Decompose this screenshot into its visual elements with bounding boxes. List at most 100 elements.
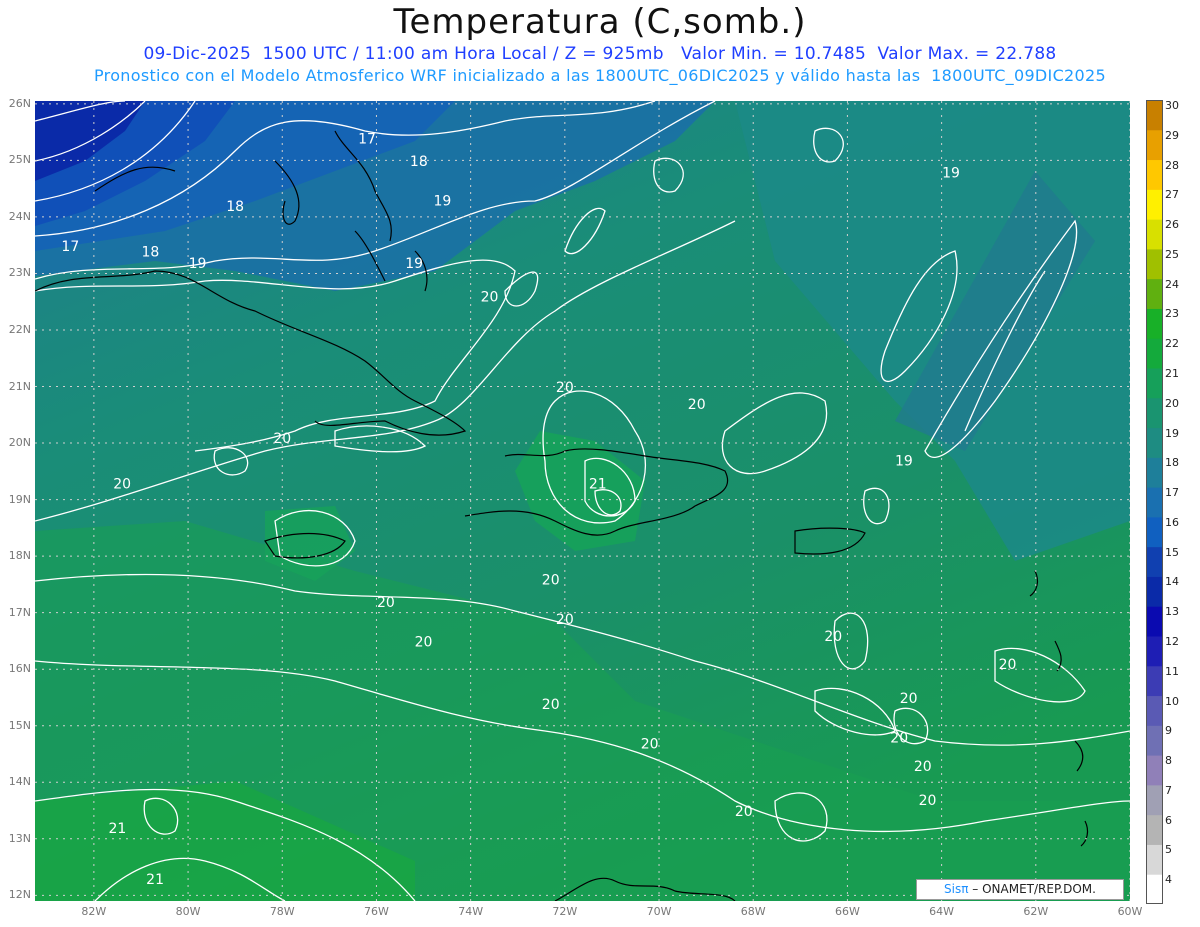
color-scale-cell <box>1146 636 1163 667</box>
color-scale-cell <box>1146 427 1163 458</box>
color-scale-cell <box>1146 189 1163 220</box>
temperature-map: 17 18 18 19 17 18 19 19 19 20 20 20 20 19 20 21 20 20 20 20… <box>35 101 1130 901</box>
color-scale-label: 25 <box>1165 247 1179 261</box>
color-scale-bar <box>1146 100 1163 904</box>
contour-value-label: 19 <box>405 256 423 272</box>
color-scale-cell <box>1146 338 1163 369</box>
color-scale-label: 10 <box>1165 694 1179 708</box>
model-info-line: Pronostico con el Modelo Atmosferico WRF… <box>94 66 1106 85</box>
color-scale-label: 17 <box>1165 486 1179 500</box>
contour-value-label: 20 <box>377 595 395 611</box>
color-scale-label: 4 <box>1165 873 1172 887</box>
contour-value-label: 20 <box>556 380 574 396</box>
contour-value-label: 20 <box>824 629 842 645</box>
color-scale-label: 16 <box>1165 515 1179 529</box>
contour-value-label: 19 <box>189 256 207 272</box>
color-scale-label: 5 <box>1165 843 1172 857</box>
color-scale-cell <box>1146 814 1163 845</box>
color-scale-cell <box>1146 278 1163 309</box>
color-scale-cell <box>1146 487 1163 518</box>
lon-tick-label: 64W <box>929 905 955 918</box>
color-scale-cell <box>1146 129 1163 161</box>
color-scale-label: 20 <box>1165 396 1179 410</box>
color-scale-label: 29 <box>1165 128 1179 142</box>
lat-tick-label: 26N <box>8 96 31 110</box>
contour-value-label: 20 <box>556 612 574 628</box>
lat-tick-label: 20N <box>8 436 31 450</box>
contour-value-label: 18 <box>226 199 244 215</box>
contour-value-label: 18 <box>141 244 159 260</box>
color-scale-cell <box>1146 457 1163 488</box>
color-scale-label: 24 <box>1165 277 1179 291</box>
contour-value-label: 20 <box>735 804 753 820</box>
contour-value-label: 21 <box>109 821 127 837</box>
lat-tick-label: 24N <box>8 209 31 223</box>
map-title: Temperatura (C,somb.) <box>393 2 807 42</box>
color-scale-label: 30 <box>1165 99 1179 112</box>
contour-value-label: 20 <box>641 736 659 752</box>
contour-value-label: 17 <box>61 239 79 255</box>
color-scale-cell <box>1146 516 1163 548</box>
lon-tick-label: 78W <box>269 905 295 918</box>
lat-tick-label: 23N <box>8 266 31 280</box>
color-scale-cell <box>1146 546 1163 577</box>
lon-tick-label: 60W <box>1117 905 1143 918</box>
color-scale-label: 28 <box>1165 158 1179 172</box>
color-scale-cell <box>1146 368 1163 399</box>
color-scale-cell <box>1146 159 1163 190</box>
color-scale-cell <box>1146 695 1163 726</box>
contour-value-label: 19 <box>942 165 960 181</box>
contour-value-label: 19 <box>433 194 451 210</box>
lat-tick-label: 13N <box>8 831 31 845</box>
forecast-validity-line: 09-Dic-2025 1500 UTC / 11:00 am Hora Loc… <box>143 44 1057 64</box>
credit-agency: – ONAMET/REP.DOM. <box>972 882 1096 896</box>
color-scale-label: 23 <box>1165 307 1179 321</box>
contour-value-label: 20 <box>890 731 908 747</box>
color-scale-label: 8 <box>1165 754 1172 768</box>
color-scale-cell <box>1146 606 1163 637</box>
color-scale-label: 9 <box>1165 724 1172 738</box>
color-scale-label: 18 <box>1165 456 1179 470</box>
lon-tick-label: 70W <box>646 905 672 918</box>
lon-tick-label: 68W <box>740 905 766 918</box>
contour-value-label: 17 <box>358 131 376 147</box>
color-scale-label: 7 <box>1165 783 1172 797</box>
lon-tick-label: 76W <box>364 905 389 918</box>
color-scale-label: 21 <box>1165 367 1179 380</box>
contour-value-label: 19 <box>895 454 913 470</box>
color-scale-cell <box>1146 755 1163 786</box>
contour-value-label: 18 <box>410 154 428 170</box>
color-scale-label: 26 <box>1165 218 1179 232</box>
contour-value-label: 21 <box>146 872 164 888</box>
lat-tick-label: 22N <box>8 322 31 336</box>
color-scale-cell <box>1146 665 1163 697</box>
contour-value-label: 20 <box>900 691 918 707</box>
contour-value-label: 20 <box>542 572 560 588</box>
lon-tick-label: 82W <box>81 905 107 918</box>
color-scale-cell <box>1146 100 1163 131</box>
contour-value-label: 20 <box>999 657 1017 673</box>
sispi-logo-text: Sisπ <box>944 882 969 896</box>
color-scale-cell <box>1146 725 1163 756</box>
color-scale-cell <box>1146 248 1163 280</box>
contour-value-label: 20 <box>273 431 291 447</box>
color-scale-cell <box>1146 397 1163 429</box>
lat-tick-label: 16N <box>8 662 31 676</box>
lon-tick-label: 74W <box>458 905 484 918</box>
color-scale-cell <box>1146 874 1163 904</box>
color-scale-cell <box>1146 576 1163 607</box>
contour-value-label: 20 <box>481 290 499 306</box>
color-scale-label: 27 <box>1165 188 1179 202</box>
lat-tick-label: 18N <box>8 549 31 563</box>
color-scale-label: 22 <box>1165 337 1179 351</box>
color-scale-label: 14 <box>1165 575 1179 589</box>
color-scale-label: 13 <box>1165 605 1179 619</box>
lat-tick-label: 19N <box>8 492 31 506</box>
color-scale-label: 12 <box>1165 635 1179 648</box>
color-scale-label: 15 <box>1165 545 1179 559</box>
color-scale-cell <box>1146 308 1163 339</box>
lat-tick-label: 14N <box>8 775 31 789</box>
lat-tick-label: 12N <box>8 888 31 902</box>
contour-value-label: 20 <box>113 476 131 492</box>
lon-tick-label: 80W <box>175 905 201 918</box>
